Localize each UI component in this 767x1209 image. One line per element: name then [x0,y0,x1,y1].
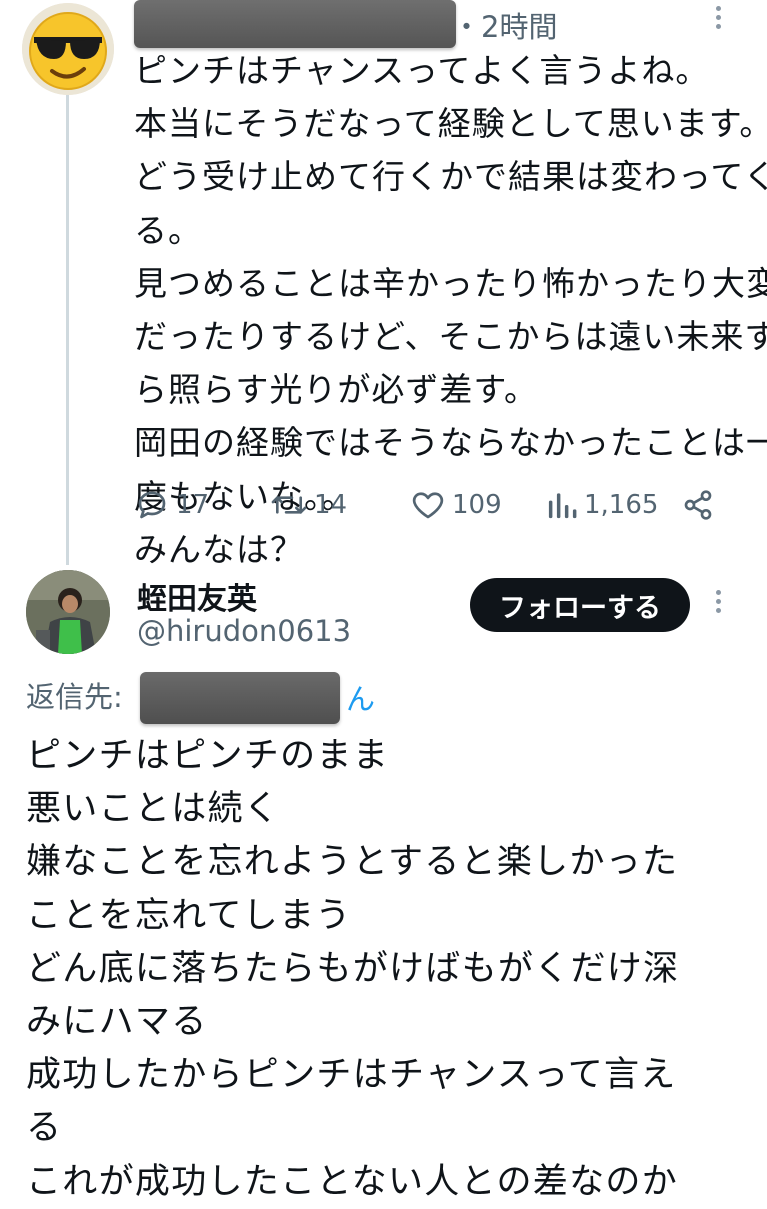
share-icon [684,490,712,520]
reply-body: ピンチはピンチのまま 悪いことは続く 嫌なことを忘れようとすると楽しかった こと… [26,730,761,1209]
reply-line: これが成功したことない人との差なのか [26,1161,679,1202]
views-icon [548,493,577,519]
profile-photo-avatar[interactable] [26,570,110,654]
redacted-author-name [134,0,456,48]
tweet-line: どう受け止めて行くかで結果は変わってく [134,157,767,197]
reply-target-link[interactable]: ん [346,676,375,718]
reply-line: ピンチはピンチのまま [26,736,390,776]
like-count: 109 [452,490,502,520]
tweet-actions: 17 14 109 1,165 [134,480,734,530]
redacted-reply-target [140,672,340,724]
tweet-line: 見つめることは辛かったり怖かったり大変 [134,263,767,303]
tweet-line: だったりするけど、そこからは遠い未来す [134,317,767,357]
sunglasses-avatar-icon[interactable] [22,3,114,95]
tweet-line: みんなは？ [134,529,304,569]
replying-to-label: 返信先: [26,680,123,714]
views-count: 1,165 [584,490,659,520]
tweet-time[interactable]: ・2時間 [452,4,557,46]
reply-line: みにハマる [26,1002,208,1043]
retweet-button[interactable]: 14 [270,480,347,530]
tweet-line: ら照らす光りが必ず差す。 [134,370,539,410]
author-name[interactable]: 蛭田友英 [137,574,257,618]
follow-button[interactable]: フォローする [470,578,690,632]
share-button[interactable] [682,480,714,530]
thread-line [66,95,69,565]
views-button[interactable]: 1,165 [546,480,658,530]
like-button[interactable]: 109 [410,480,502,530]
reply-line: ことを忘れてしまう [26,895,352,936]
reply-count: 17 [176,490,210,520]
more-vertical-icon[interactable] [714,590,722,613]
tweet-line: る。 [134,210,202,250]
reply-icon [138,491,166,519]
reply-line: る [26,1108,63,1149]
like-icon [412,492,444,519]
tweet-line: 本当にそうだなって経験として思います。 [134,104,767,144]
more-vertical-icon[interactable] [714,6,722,29]
reply-button[interactable]: 17 [134,480,209,530]
tweet-line: 岡田の経験ではそうならなかったことは一 [134,423,767,463]
reply-line: 成功したからピンチはチャンスって言え [26,1055,677,1096]
retweet-count: 14 [314,490,348,520]
reply-line: どん底に落ちたらもがけばもがくだけ深 [26,948,680,989]
retweet-icon [271,496,307,514]
author-handle[interactable]: @hirudon0613 [137,614,351,648]
tweet-line: ピンチはチャンスってよく言うよね。 [134,51,710,90]
reply-line: 嫌なことを忘れようとすると楽しかった [26,842,679,883]
reply-line: 悪いことは続く [26,789,281,830]
